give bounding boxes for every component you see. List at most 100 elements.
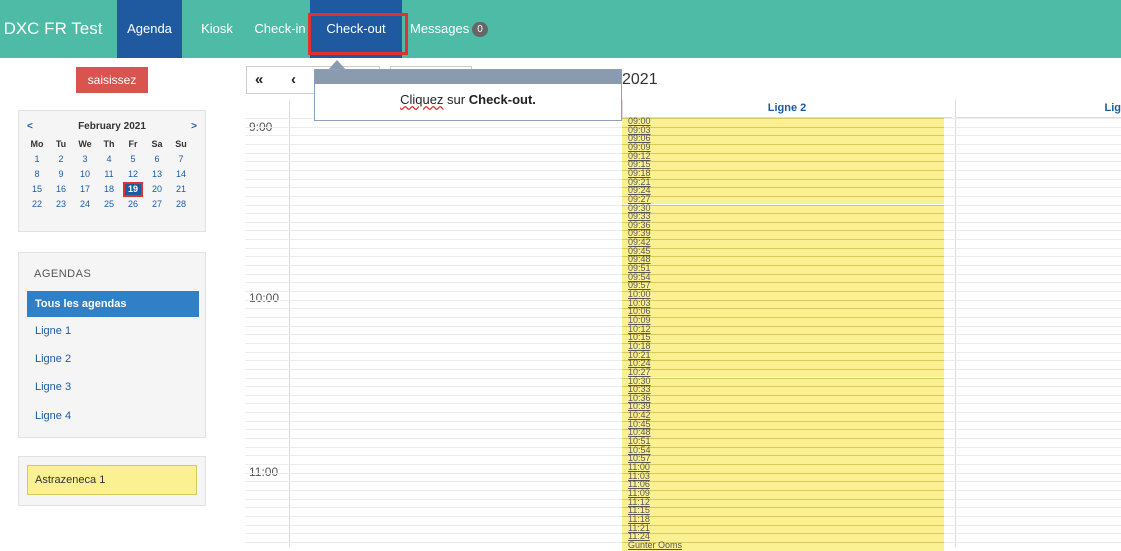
time-slot[interactable]: 10:36 <box>622 393 944 404</box>
double-chevron-left-icon[interactable]: « <box>255 71 263 88</box>
time-slot[interactable]: 10:24 <box>622 359 944 369</box>
calendar-day[interactable]: 15 <box>25 182 49 197</box>
time-slot[interactable]: 09:12 <box>622 151 944 162</box>
time-slot[interactable]: 09:39 <box>622 229 944 240</box>
calendar-day[interactable]: 10 <box>73 167 97 182</box>
calendar-day[interactable]: 14 <box>169 167 193 182</box>
calendar-day[interactable]: 4 <box>97 152 121 167</box>
calendar-day[interactable]: 23 <box>49 197 73 212</box>
time-slot[interactable]: 09:54 <box>622 272 944 283</box>
time-slot[interactable]: 10:48 <box>622 428 944 439</box>
time-slot[interactable]: 09:33 <box>622 212 944 222</box>
time-slot[interactable]: 09:21 <box>622 177 944 188</box>
time-slot[interactable]: 11:18 <box>622 514 944 525</box>
calendar-day[interactable]: 5 <box>121 152 145 167</box>
time-slot[interactable]: 10:03 <box>622 298 944 309</box>
time-slot[interactable]: 10:18 <box>622 341 944 352</box>
agenda-item-ligne-2[interactable]: Ligne 2 <box>27 346 199 372</box>
top-navbar: DXC FR Test Agenda Kiosk Check-in Check-… <box>0 0 1121 58</box>
time-slot[interactable]: 09:42 <box>622 238 944 248</box>
time-slot[interactable]: 11:12 <box>622 497 944 508</box>
time-slot[interactable]: 09:30 <box>622 203 944 214</box>
time-slot[interactable]: 10:45 <box>622 419 944 430</box>
time-slot[interactable]: 11:06 <box>622 480 944 490</box>
column-divider <box>955 100 956 547</box>
tooltip-header-bar <box>315 70 621 84</box>
checkout-highlight-box <box>308 13 408 55</box>
nav-kiosk[interactable]: Kiosk <box>194 0 240 58</box>
chevron-left-icon[interactable]: ‹ <box>291 71 296 88</box>
time-slot[interactable]: 10:51 <box>622 437 944 447</box>
time-slot[interactable]: 10:54 <box>622 445 944 456</box>
calendar-day[interactable]: 26 <box>121 197 145 212</box>
nav-messages[interactable]: Messages 0 <box>410 0 496 58</box>
calendar-day[interactable]: 7 <box>169 152 193 167</box>
calendar-day[interactable]: 16 <box>49 182 73 197</box>
calendar-day[interactable]: 13 <box>145 167 169 182</box>
time-slot[interactable]: 09:06 <box>622 134 944 144</box>
calendar-day[interactable]: 25 <box>97 197 121 212</box>
calendar-day[interactable]: 2 <box>49 152 73 167</box>
time-slot[interactable]: 11:15 <box>622 506 944 516</box>
time-slot[interactable]: 10:57 <box>622 454 944 464</box>
weekday-label: Tu <box>55 139 67 149</box>
messages-badge: 0 <box>472 22 488 38</box>
time-slot[interactable]: 09:27 <box>622 194 944 205</box>
time-slot[interactable]: 10:30 <box>622 376 944 387</box>
calendar-day[interactable]: 11 <box>97 167 121 182</box>
calendar-day[interactable]: 21 <box>169 182 193 197</box>
time-slot[interactable]: 09:48 <box>622 255 944 266</box>
time-slot[interactable]: 09:09 <box>622 142 944 153</box>
time-slot[interactable]: 11:09 <box>622 488 944 499</box>
time-slot[interactable]: 10:09 <box>622 315 944 326</box>
calendar-day[interactable]: 12 <box>121 167 145 182</box>
time-slot[interactable]: 09:51 <box>622 264 944 274</box>
time-slot-booked[interactable]: Gunter Ooms <box>622 540 944 551</box>
time-slot[interactable]: 10:21 <box>622 350 944 361</box>
agenda-item-ligne-3[interactable]: Ligne 3 <box>27 374 199 400</box>
calendar-day[interactable]: 18 <box>97 182 121 197</box>
time-slot[interactable]: 10:42 <box>622 411 944 421</box>
time-slot[interactable]: 09:24 <box>622 186 944 196</box>
time-slot[interactable]: 09:03 <box>622 125 944 136</box>
calendar-day[interactable]: 22 <box>25 197 49 212</box>
calendar-day[interactable]: 3 <box>73 152 97 167</box>
time-slot[interactable]: 09:36 <box>622 220 944 231</box>
calendar-day[interactable]: 24 <box>73 197 97 212</box>
time-slot[interactable]: 10:00 <box>622 290 944 300</box>
calendar-day-selected[interactable]: 19 <box>123 182 143 197</box>
calendar-day[interactable]: 8 <box>25 167 49 182</box>
time-slot[interactable]: 10:33 <box>622 385 944 395</box>
time-slot[interactable]: 10:15 <box>622 333 944 343</box>
time-slot[interactable]: 09:15 <box>622 160 944 170</box>
calendar-day[interactable]: 9 <box>49 167 73 182</box>
nav-checkin[interactable]: Check-in <box>250 0 310 58</box>
time-slot[interactable]: 11:03 <box>622 471 944 482</box>
time-slot[interactable]: 09:57 <box>622 281 944 291</box>
time-slot[interactable]: 10:39 <box>622 402 944 413</box>
calendar-day[interactable]: 17 <box>73 182 97 197</box>
time-slot[interactable]: 09:45 <box>622 246 944 257</box>
calendar-day[interactable]: 28 <box>169 197 193 212</box>
time-slot[interactable]: 10:06 <box>622 307 944 317</box>
agenda-item-ligne-4[interactable]: Ligne 4 <box>27 403 199 429</box>
agenda-item-ligne-1[interactable]: Ligne 1 <box>27 318 199 344</box>
calendar-day[interactable]: 1 <box>25 152 49 167</box>
weekday-label: Mo <box>30 139 44 149</box>
time-slot[interactable]: 09:18 <box>622 168 944 179</box>
time-slot[interactable]: 11:00 <box>622 463 944 473</box>
saisissez-button[interactable]: saisissez <box>76 67 148 93</box>
time-slot[interactable]: 10:27 <box>622 367 944 378</box>
calendar-day[interactable]: 20 <box>145 182 169 197</box>
time-slot[interactable]: 10:12 <box>622 324 944 335</box>
agenda-item-all[interactable]: Tous les agendas <box>27 291 199 317</box>
brand-title[interactable]: DXC FR Test <box>0 0 106 58</box>
event-item-astrazeneca[interactable]: Astrazeneca 1 <box>27 465 197 495</box>
nav-agenda[interactable]: Agenda <box>117 0 182 58</box>
chevron-right-icon[interactable]: > <box>191 121 197 132</box>
time-slot[interactable]: 09:00 <box>622 117 944 127</box>
tooltip-text-cliquez: Cliquez <box>400 92 444 107</box>
time-slot[interactable]: 11:21 <box>622 523 944 534</box>
calendar-day[interactable]: 27 <box>145 197 169 212</box>
calendar-day[interactable]: 6 <box>145 152 169 167</box>
